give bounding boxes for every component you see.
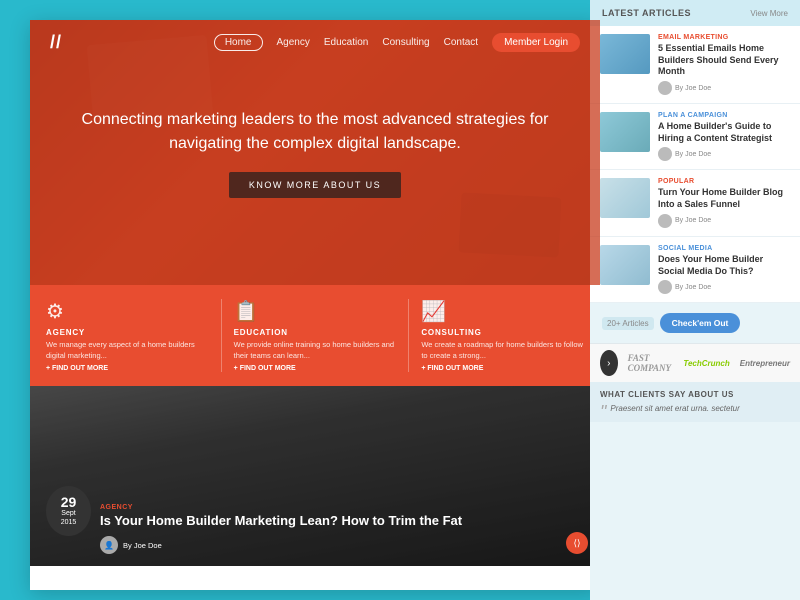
brand-techcrunch: TechCrunch [683,359,729,368]
article-3-title: Turn Your Home Builder Blog Into a Sales… [658,187,790,210]
article-2-title: A Home Builder's Guide to Hiring a Conte… [658,121,790,144]
agency-icon: ⚙ [46,299,209,324]
education-icon: 📋 [234,299,397,324]
blog-section: 29 Sept 2015 AGENCY Is Your Home Builder… [30,386,600,566]
article-1-title: 5 Essential Emails Home Builders Should … [658,43,790,78]
article-card-1[interactable]: EMAIL MARKETING 5 Essential Emails Home … [590,26,800,104]
latest-articles-label: LATEST ARTICLES [602,8,691,18]
nav-contact[interactable]: Contact [444,37,478,48]
article-thumb-4 [600,245,650,285]
cta-section: 20+ Articles Check'em Out [590,303,800,343]
quote-mark-icon: " [600,403,606,421]
article-info-3: POPULAR Turn Your Home Builder Blog Into… [658,178,790,227]
consulting-icon: 📈 [421,299,584,324]
education-desc: We provide online training so home build… [234,340,397,361]
article-4-title: Does Your Home Builder Social Media Do T… [658,254,790,277]
hero-cta-button[interactable]: KNOW MORE ABOUT US [229,172,401,198]
hero-content: Connecting marketing leaders to the most… [30,108,600,198]
nav-links: Home Agency Education Consulting Contact… [214,33,580,52]
article-2-author-name: By Joe Doe [675,151,711,158]
article-4-avatar [658,280,672,294]
article-3-category: POPULAR [658,178,790,185]
article-4-author: By Joe Doe [658,280,790,294]
article-1-author-name: By Joe Doe [675,85,711,92]
services-section: ⚙ AGENCY We manage every aspect of a hom… [30,285,600,386]
article-2-avatar [658,147,672,161]
education-title: EDUCATION [234,328,397,337]
blog-title[interactable]: Is Your Home Builder Marketing Lean? How… [100,513,560,530]
service-consulting: 📈 CONSULTING We create a roadmap for hom… [421,299,584,372]
navbar: // Home Agency Education Consulting Cont… [30,20,600,65]
nav-agency[interactable]: Agency [277,37,310,48]
share-button[interactable]: ⟨⟩ [566,532,588,554]
article-card-4[interactable]: SOCIAL MEDIA Does Your Home Builder Soci… [590,237,800,303]
blog-category: AGENCY [100,504,560,511]
consulting-desc: We create a roadmap for home builders to… [421,340,584,361]
education-link[interactable]: + FIND OUT MORE [234,365,397,372]
article-info-1: EMAIL MARKETING 5 Essential Emails Home … [658,34,790,95]
article-1-avatar [658,81,672,95]
nav-education[interactable]: Education [324,37,368,48]
main-site-panel: // Home Agency Education Consulting Cont… [30,20,600,590]
blog-content: AGENCY Is Your Home Builder Marketing Le… [100,504,560,566]
article-3-author-name: By Joe Doe [675,217,711,224]
blog-date-year: 2015 [61,518,77,527]
article-info-2: PLAN A CAMPAIGN A Home Builder's Guide t… [658,112,790,161]
article-1-category: EMAIL MARKETING [658,34,790,41]
article-thumb-3 [600,178,650,218]
right-top-bar: LATEST ARTICLES View More [590,0,800,26]
service-divider-1 [221,299,222,372]
testimonial-content: Praesent sit amet erat urna. sectetur [610,404,739,413]
service-divider-2 [408,299,409,372]
article-4-author-name: By Joe Doe [675,284,711,291]
blog-author-avatar: 👤 [100,536,118,554]
blog-date-month: Sept [61,509,75,518]
blog-date-badge: 29 Sept 2015 [46,486,91,536]
blog-date-day: 29 [61,495,77,509]
article-3-avatar [658,214,672,228]
check-out-button[interactable]: Check'em Out [660,313,741,333]
article-info-4: SOCIAL MEDIA Does Your Home Builder Soci… [658,245,790,294]
agency-title: AGENCY [46,328,209,337]
article-1-author: By Joe Doe [658,81,790,95]
member-login-button[interactable]: Member Login [492,33,580,52]
article-2-category: PLAN A CAMPAIGN [658,112,790,119]
article-thumb-1 [600,34,650,74]
blog-author: 👤 By Joe Doe [100,536,560,554]
article-2-author: By Joe Doe [658,147,790,161]
blog-author-name: By Joe Doe [123,541,162,550]
blog-card: 29 Sept 2015 AGENCY Is Your Home Builder… [30,386,600,566]
testimonial-section: WHAT CLIENTS SAY ABOUT US " Praesent sit… [590,382,800,422]
agency-desc: We manage every aspect of a home builder… [46,340,209,361]
brands-prev-arrow[interactable]: › [600,350,618,376]
nav-home[interactable]: Home [214,34,263,51]
consulting-title: CONSULTING [421,328,584,337]
testimonial-text: " Praesent sit amet erat urna. sectetur [600,403,790,414]
service-agency: ⚙ AGENCY We manage every aspect of a hom… [46,299,209,372]
agency-link[interactable]: + FIND OUT MORE [46,365,209,372]
articles-count: 20+ Articles [602,317,654,330]
article-card-3[interactable]: POPULAR Turn Your Home Builder Blog Into… [590,170,800,236]
brand-fast-company: FAST COMPANY [628,353,674,373]
right-panel: LATEST ARTICLES View More EMAIL MARKETIN… [590,0,800,600]
consulting-link[interactable]: + FIND OUT MORE [421,365,584,372]
article-thumb-2 [600,112,650,152]
brands-row: › FAST COMPANY TechCrunch Entrepreneur [590,343,800,382]
article-3-author: By Joe Doe [658,214,790,228]
testimonial-section-title: WHAT CLIENTS SAY ABOUT US [600,390,790,399]
article-card-2[interactable]: PLAN A CAMPAIGN A Home Builder's Guide t… [590,104,800,170]
site-logo: // [50,32,62,53]
brand-entrepreneur: Entrepreneur [740,359,790,368]
view-more-link[interactable]: View More [750,9,788,18]
outer-wrapper: // Home Agency Education Consulting Cont… [0,0,800,600]
article-4-category: SOCIAL MEDIA [658,245,790,252]
hero-title: Connecting marketing leaders to the most… [70,108,560,156]
service-education: 📋 EDUCATION We provide online training s… [234,299,397,372]
nav-consulting[interactable]: Consulting [382,37,429,48]
